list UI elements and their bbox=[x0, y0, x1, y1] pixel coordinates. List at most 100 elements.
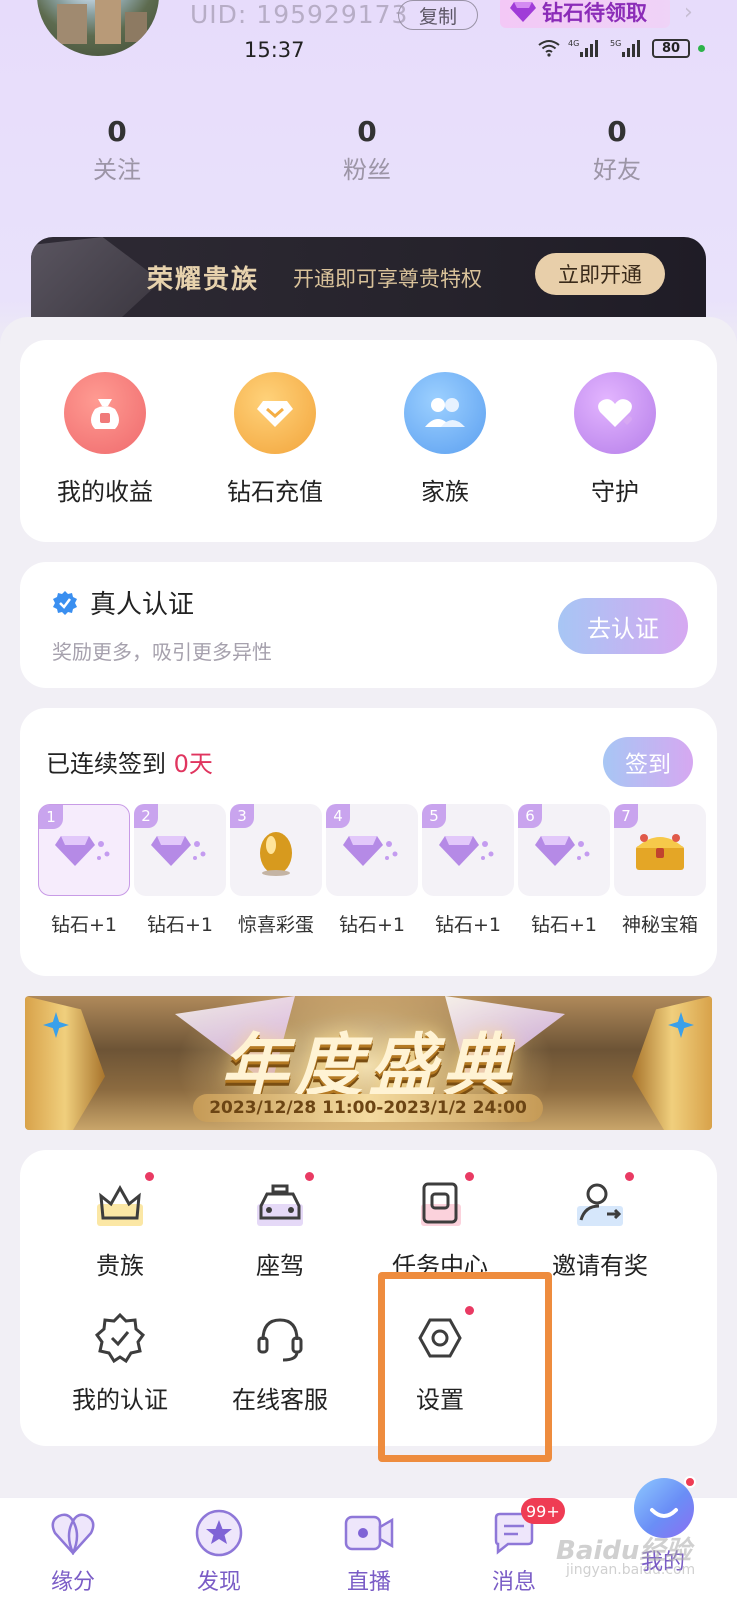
day-caption: 钻石+1 bbox=[530, 914, 597, 936]
quick-item-family[interactable]: 家族 bbox=[375, 372, 515, 507]
tab-fate-label: 缘分 bbox=[50, 1570, 95, 1595]
video-icon bbox=[342, 1506, 396, 1560]
notification-dot bbox=[625, 1172, 634, 1181]
copy-uid-button[interactable]: 复制 bbox=[398, 0, 478, 30]
stat-friends-count: 0 bbox=[607, 115, 627, 148]
privacy-dot bbox=[698, 44, 705, 52]
noble-banner[interactable]: 荣耀贵族 开通即可享尊贵特权 立即开通 bbox=[31, 237, 706, 317]
stat-friends[interactable]: 0 好友 bbox=[557, 115, 677, 185]
verify-title-row: 真人认证 bbox=[52, 584, 194, 621]
notification-dot bbox=[684, 1476, 696, 1488]
stat-following-label: 关注 bbox=[93, 156, 141, 184]
tab-live[interactable]: 直播 bbox=[314, 1506, 424, 1596]
stat-following-count: 0 bbox=[107, 115, 127, 148]
verify-subtitle: 奖励更多，吸引更多异性 bbox=[52, 640, 272, 664]
chevron-right-icon[interactable]: › bbox=[684, 0, 693, 25]
day-caption: 钻石+1 bbox=[50, 914, 117, 936]
quick-item-guard[interactable]: 守护 bbox=[545, 372, 685, 507]
sign-in-streak: 已连续签到 0天 bbox=[46, 744, 213, 779]
tab-fate[interactable]: 缘分 bbox=[18, 1506, 128, 1596]
baidu-watermark-url: jingyan.baidu.com bbox=[566, 1562, 696, 1578]
sign-in-day[interactable]: 6 钻石+1 bbox=[518, 804, 610, 937]
sign-in-day[interactable]: 4 钻石+1 bbox=[326, 804, 418, 937]
signal-4g-icon: 4G bbox=[568, 39, 598, 57]
notification-dot bbox=[465, 1172, 474, 1181]
status-time: 15:37 bbox=[244, 38, 305, 62]
day-number: 2 bbox=[134, 804, 158, 828]
battery-indicator: 80 bbox=[652, 38, 690, 58]
sign-in-day[interactable]: 5 钻石+1 bbox=[422, 804, 514, 937]
noble-title: 荣耀贵族 bbox=[147, 265, 260, 295]
tools-card: 贵族 座驾 任务中心 邀请有奖 我的认证 在线客服 设置 bbox=[20, 1150, 717, 1446]
sign-in-card: 已连续签到 0天 签到 1 钻石+1 2 钻石+1 3 惊喜彩蛋 4 钻石+1 … bbox=[20, 708, 717, 976]
annual-gala-banner[interactable]: 年度盛典 2023/12/28 11:00-2023/1/2 24:00 bbox=[25, 996, 712, 1130]
tool-car[interactable]: 座驾 bbox=[205, 1172, 355, 1281]
tab-discover-label: 发现 bbox=[196, 1570, 241, 1595]
sign-in-streak-days: 0天 bbox=[173, 750, 213, 778]
day-caption: 钻石+1 bbox=[338, 914, 405, 936]
network-4g-label: 4G bbox=[568, 39, 579, 48]
day-number: 5 bbox=[422, 804, 446, 828]
stat-following[interactable]: 0 关注 bbox=[57, 115, 177, 185]
golden-egg-icon bbox=[260, 832, 292, 876]
invite-icon bbox=[570, 1172, 634, 1234]
settings-highlight-box bbox=[378, 1272, 552, 1462]
day-caption: 钻石+1 bbox=[146, 914, 213, 936]
diamond-reward-icon bbox=[151, 836, 206, 866]
car-icon bbox=[250, 1172, 314, 1234]
day-number: 6 bbox=[518, 804, 542, 828]
verified-check-icon bbox=[53, 590, 77, 615]
tool-customer-service[interactable]: 在线客服 bbox=[205, 1308, 355, 1415]
go-verify-button[interactable]: 去认证 bbox=[558, 598, 688, 654]
smile-bubble-icon[interactable] bbox=[634, 1476, 696, 1538]
day-number: 4 bbox=[326, 804, 350, 828]
tab-messages[interactable]: 99+ 消息 bbox=[459, 1498, 569, 1596]
badge-check-icon bbox=[90, 1308, 150, 1368]
headset-icon bbox=[250, 1308, 310, 1368]
family-icon bbox=[404, 372, 486, 454]
sign-in-day[interactable]: 2 钻石+1 bbox=[134, 804, 226, 937]
day-number: 1 bbox=[39, 805, 63, 829]
quick-item-recharge[interactable]: 钻石充值 bbox=[205, 372, 345, 507]
money-bag-icon bbox=[64, 372, 146, 454]
sign-in-day[interactable]: 1 钻石+1 bbox=[38, 804, 130, 937]
heart-outline-icon bbox=[46, 1506, 100, 1560]
quick-item-earnings[interactable]: 我的收益 bbox=[35, 372, 175, 507]
diamond-reward-label: 钻石待领取 bbox=[542, 1, 647, 25]
tool-noble[interactable]: 贵族 bbox=[45, 1172, 195, 1281]
noble-subtitle: 开通即可享尊贵特权 bbox=[293, 267, 482, 291]
user-avatar[interactable] bbox=[37, 0, 159, 56]
sign-in-button[interactable]: 签到 bbox=[603, 737, 693, 787]
signal-5g-icon: 5G bbox=[610, 39, 640, 57]
tool-my-verify[interactable]: 我的认证 bbox=[45, 1308, 195, 1415]
gala-date: 2023/12/28 11:00-2023/1/2 24:00 bbox=[193, 1094, 543, 1122]
open-noble-button[interactable]: 立即开通 bbox=[535, 253, 665, 295]
diamond-reward-chip[interactable]: 钻石待领取 bbox=[500, 0, 670, 28]
day-caption: 钻石+1 bbox=[434, 914, 501, 936]
tab-discover[interactable]: 发现 bbox=[164, 1506, 274, 1596]
tool-noble-label: 贵族 bbox=[96, 1252, 144, 1280]
stat-fans[interactable]: 0 粉丝 bbox=[307, 115, 427, 185]
diamond-reward-icon bbox=[439, 836, 494, 866]
tool-customer-service-label: 在线客服 bbox=[232, 1386, 328, 1414]
treasure-chest-icon bbox=[636, 834, 684, 870]
crown-icon bbox=[90, 1172, 154, 1234]
tool-task-center[interactable]: 任务中心 bbox=[365, 1172, 515, 1281]
tab-messages-label: 消息 bbox=[491, 1570, 536, 1595]
day-number: 3 bbox=[230, 804, 254, 828]
tool-invite[interactable]: 邀请有奖 bbox=[525, 1172, 675, 1281]
wifi-icon bbox=[538, 40, 560, 57]
quick-item-recharge-label: 钻石充值 bbox=[227, 478, 323, 506]
real-person-verify-card[interactable]: 真人认证 奖励更多，吸引更多异性 去认证 bbox=[20, 562, 717, 688]
quick-actions-card: 我的收益 钻石充值 家族 守护 bbox=[20, 340, 717, 542]
sign-in-day[interactable]: 7 神秘宝箱 bbox=[614, 804, 706, 937]
task-icon bbox=[410, 1172, 474, 1234]
sign-in-day[interactable]: 3 惊喜彩蛋 bbox=[230, 804, 322, 937]
unread-badge: 99+ bbox=[521, 1498, 565, 1524]
day-number: 7 bbox=[614, 804, 638, 828]
quick-item-earnings-label: 我的收益 bbox=[57, 478, 153, 506]
stat-fans-label: 粉丝 bbox=[343, 156, 391, 184]
network-5g-label: 5G bbox=[610, 39, 621, 48]
message-icon: 99+ bbox=[487, 1498, 565, 1560]
notification-dot bbox=[145, 1172, 154, 1181]
